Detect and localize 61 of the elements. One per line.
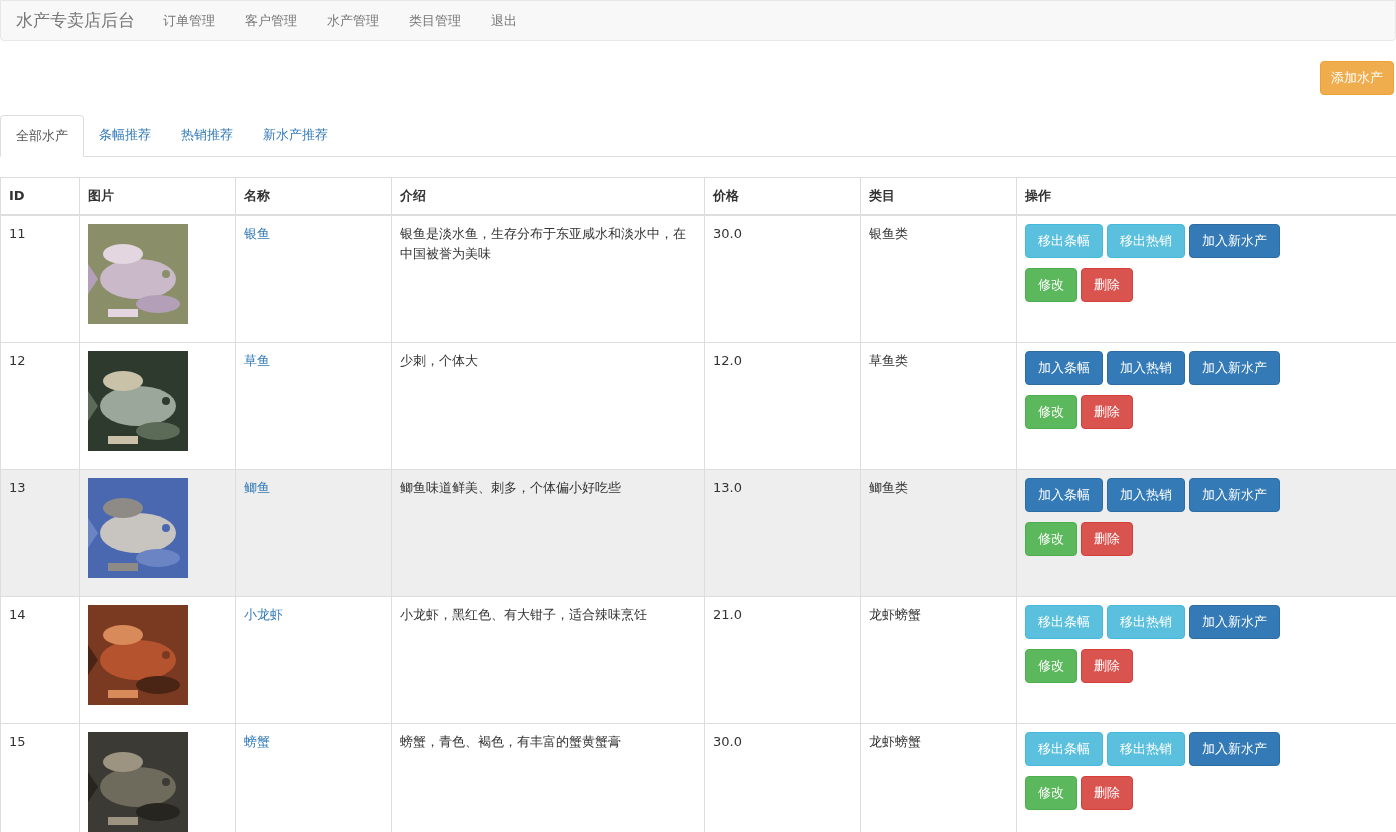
nav-link[interactable]: 订单管理 [161,10,217,31]
table-cell: 14 [9,607,26,622]
action-button[interactable]: 加入新水产 [1189,478,1280,512]
nav-link[interactable]: 退出 [489,10,519,31]
nav-link[interactable]: 客户管理 [243,10,299,31]
table-cell: 龙虾螃蟹 [869,607,921,622]
table-cell: 13.0 [713,480,742,495]
product-name-link[interactable]: 小龙虾 [244,607,283,622]
product-name-link[interactable]: 螃蟹 [244,734,270,749]
table-cell: 小龙虾，黑红色、有大钳子，适合辣味烹饪 [400,607,647,622]
action-button[interactable]: 加入条幅 [1025,351,1103,385]
column-header: 价格 [713,187,739,206]
action-button[interactable]: 删除 [1081,776,1133,810]
nav-link[interactable]: 水产管理 [325,10,381,31]
action-button[interactable]: 加入热销 [1107,351,1185,385]
column-header: ID [9,187,25,206]
tab[interactable]: 全部水产 [0,115,84,157]
action-button[interactable]: 加入热销 [1107,478,1185,512]
action-button[interactable]: 修改 [1025,776,1077,810]
column-header: 类目 [869,187,895,206]
table-cell: 21.0 [713,607,742,622]
action-button[interactable]: 修改 [1025,395,1077,429]
table-cell: 龙虾螃蟹 [869,734,921,749]
tab[interactable]: 热销推荐 [166,114,248,156]
action-button[interactable]: 修改 [1025,649,1077,683]
table-cell: 鲫鱼味道鲜美、刺多，个体偏小好吃些 [400,480,621,495]
table-cell: 13 [9,480,26,495]
tab[interactable]: 新水产推荐 [248,114,343,156]
action-button[interactable]: 删除 [1081,395,1133,429]
action-button[interactable]: 加入新水产 [1189,351,1280,385]
nav-link[interactable]: 类目管理 [407,10,463,31]
table-cell: 30.0 [713,226,742,241]
action-button[interactable]: 修改 [1025,522,1077,556]
action-button[interactable]: 删除 [1081,649,1133,683]
action-button[interactable]: 删除 [1081,268,1133,302]
action-button[interactable]: 加入条幅 [1025,478,1103,512]
table-cell: 11 [9,226,26,241]
table-cell: 30.0 [713,734,742,749]
table-cell: 草鱼类 [869,353,908,368]
action-button[interactable]: 删除 [1081,522,1133,556]
table-cell: 12.0 [713,353,742,368]
product-name-link[interactable]: 银鱼 [244,226,270,241]
action-button[interactable]: 修改 [1025,268,1077,302]
table-cell: 鲫鱼类 [869,480,908,495]
tab[interactable]: 条幅推荐 [84,114,166,156]
column-header: 介绍 [400,187,426,206]
column-header: 名称 [244,187,270,206]
table-cell: 螃蟹，青色、褐色，有丰富的蟹黄蟹膏 [400,734,621,749]
table-cell: 少刺，个体大 [400,353,478,368]
action-button[interactable]: 加入新水产 [1189,224,1280,258]
action-button[interactable]: 加入新水产 [1189,732,1280,766]
product-name-link[interactable]: 鲫鱼 [244,480,270,495]
brand-title[interactable]: 水产专卖店后台 [16,7,135,34]
table-cell: 15 [9,734,26,749]
table-cell: 银鱼类 [869,226,908,241]
table-cell: 银鱼是淡水鱼，生存分布于东亚咸水和淡水中，在中国被誉为美味 [400,226,686,261]
action-button[interactable]: 加入新水产 [1189,605,1280,639]
column-header: 操作 [1025,187,1051,206]
table-cell: 12 [9,353,26,368]
column-header: 图片 [88,187,114,206]
product-name-link[interactable]: 草鱼 [244,353,270,368]
